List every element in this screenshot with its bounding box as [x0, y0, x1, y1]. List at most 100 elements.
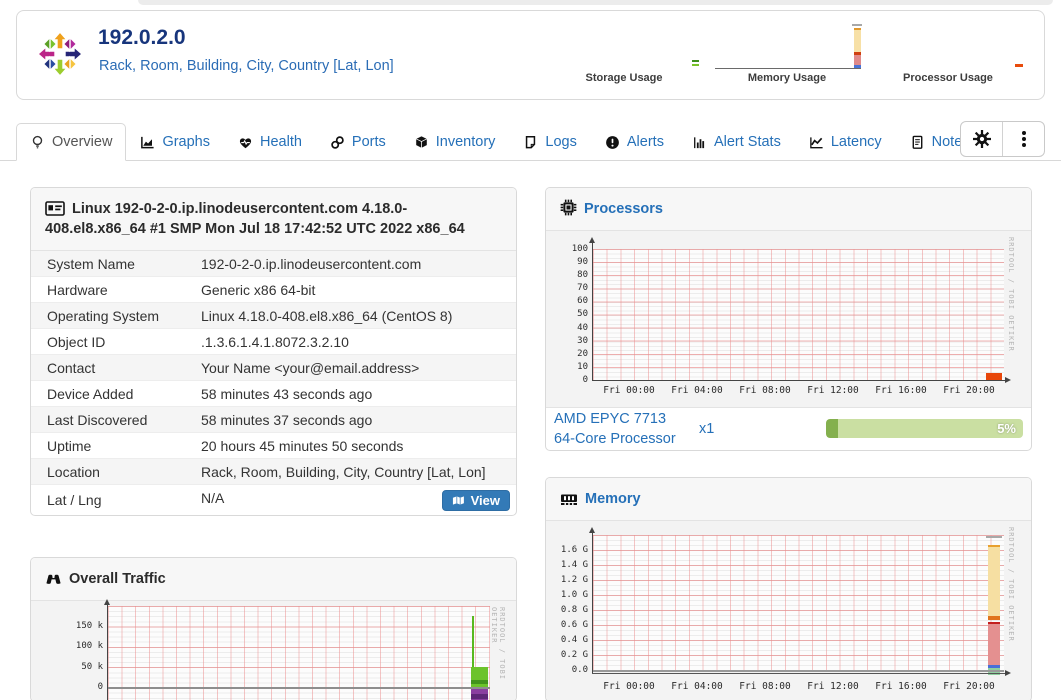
- gear-icon: [972, 130, 991, 148]
- row-value: 20 hours 45 minutes 50 seconds: [201, 437, 404, 454]
- minigraph-storage-label: Storage Usage: [585, 72, 663, 84]
- view-map-button[interactable]: View: [441, 489, 510, 511]
- row-value: 192-0-2-0.ip.linodeusercontent.com: [201, 255, 422, 272]
- proc-x-arrow: [1005, 377, 1011, 383]
- table-row: System Name 192-0-2-0.ip.linodeuserconten…: [31, 251, 516, 276]
- kebab-icon: [1021, 137, 1026, 141]
- row-label: System Name: [47, 255, 135, 272]
- cpu-usage-progressbar: 5%: [826, 419, 1023, 438]
- y-tick: 80: [577, 270, 588, 280]
- minigraph-processor-plot: [872, 17, 1024, 69]
- y-tick: 0.2 G: [560, 650, 588, 660]
- system-info-header: Linux 192-0-2-0.ip.linodeusercontent.com…: [31, 188, 516, 251]
- device-more-menu-button[interactable]: [1002, 122, 1044, 156]
- tab-ports[interactable]: Ports: [316, 123, 400, 161]
- processor-row: AMD EPYC 7713 64-Core Processor x1 5%: [546, 407, 1031, 449]
- device-header: 192.0.2.0 Rack, Room, Building, City, Co…: [16, 10, 1045, 100]
- tab-alerts[interactable]: Alerts: [591, 123, 678, 161]
- y-tick: 150 k: [75, 621, 103, 631]
- minigraph-storage[interactable]: Storage Usage: [548, 17, 700, 84]
- processors-panel: Processors 100 90 80 70 60 50 40 30 20 1…: [545, 187, 1032, 451]
- processors-graph[interactable]: 100 90 80 70 60 50 40 30 20 10 0 Fri 00:…: [546, 231, 1031, 407]
- y-tick: 50: [577, 309, 588, 319]
- y-tick: 1.4 G: [560, 560, 588, 570]
- x-tick: Fri 00:00: [603, 681, 655, 692]
- mem-y-axis: [592, 533, 593, 674]
- y-tick: 1.2 G: [560, 575, 588, 585]
- rrdtool-credit: RRDTOOL / TOBI OETIKER: [490, 607, 506, 681]
- tab-label: Logs: [545, 134, 577, 150]
- row-label: Lat / Lng: [47, 492, 102, 508]
- x-tick: Fri 12:00: [807, 681, 859, 692]
- tab-graphs[interactable]: Graphs: [126, 123, 224, 161]
- y-tick: 10: [577, 362, 588, 372]
- overall-traffic-graph[interactable]: 150 k 100 k 50 k 0 RRDTOOL / TOBI OETIKE…: [31, 599, 516, 700]
- row-value: Rack, Room, Building, City, Country [Lat…: [201, 463, 486, 480]
- lightbulb-icon: [32, 135, 43, 148]
- tab-actions-group: [960, 121, 1045, 157]
- device-settings-button[interactable]: [961, 122, 1002, 156]
- row-label: Last Discovered: [47, 411, 148, 428]
- y-tick: 70: [577, 283, 588, 293]
- x-tick: Fri 08:00: [739, 385, 791, 396]
- row-value: Generic x86 64-bit: [201, 281, 316, 298]
- memory-title: Memory: [585, 491, 641, 507]
- tab-overview[interactable]: Overview: [16, 123, 127, 161]
- cube-icon: [414, 135, 428, 149]
- table-row: Operating System Linux 4.18.0-408.el8.x86…: [31, 302, 516, 328]
- microchip-icon: [560, 199, 577, 216]
- bar-chart-icon: [694, 136, 705, 148]
- minigraph-processor[interactable]: Processor Usage: [872, 17, 1024, 84]
- tab-label: Overview: [52, 134, 113, 150]
- minigraph-memory[interactable]: Memory Usage: [711, 17, 863, 84]
- y-tick: 0.6 G: [560, 620, 588, 630]
- row-label: Hardware: [47, 281, 108, 298]
- y-tick: 20: [577, 349, 588, 359]
- y-tick: 30: [577, 336, 588, 346]
- file-icon: [526, 135, 536, 148]
- area-chart-icon: [141, 136, 155, 148]
- row-value: View N/A: [201, 485, 516, 515]
- x-tick: Fri 00:00: [603, 385, 655, 396]
- memory-graph[interactable]: 1.6 G 1.4 G 1.2 G 1.0 G 0.8 G 0.6 G 0.4 …: [546, 521, 1031, 700]
- mem-y-arrow: [589, 527, 595, 533]
- tab-label: Inventory: [435, 134, 496, 150]
- mem-x-arrow: [1005, 670, 1011, 676]
- tab-label: Health: [260, 134, 302, 150]
- cpu-usage-percent: 5%: [997, 421, 1016, 436]
- processors-plot: [593, 249, 1004, 380]
- table-row: Device Added 58 minutes 43 seconds ago: [31, 380, 516, 406]
- y-tick: 1.0 G: [560, 590, 588, 600]
- cpu-usage-fill: [826, 419, 838, 438]
- tab-logs[interactable]: Logs: [509, 123, 590, 161]
- processors-header: Processors: [546, 188, 1031, 231]
- system-info-rows: System Name 192-0-2-0.ip.linodeuserconten…: [31, 251, 516, 515]
- x-tick: Fri 04:00: [671, 385, 723, 396]
- table-row: Object ID .1.3.6.1.4.1.8072.3.2.10: [31, 328, 516, 354]
- page: 192.0.2.0 Rack, Room, Building, City, Co…: [0, 0, 1061, 700]
- traffic-y-arrow: [104, 599, 110, 605]
- overall-traffic-panel: Overall Traffic 150 k 100 k 50 k 0 RRDTO…: [30, 557, 517, 700]
- table-row: Hardware Generic x86 64-bit: [31, 276, 516, 302]
- y-tick: 40: [577, 323, 588, 333]
- y-tick: 0.0: [571, 665, 588, 675]
- table-row: Uptime 20 hours 45 minutes 50 seconds: [31, 432, 516, 458]
- tab-label: Graphs: [162, 134, 210, 150]
- cpu-count: x1: [699, 420, 715, 437]
- device-location-link[interactable]: Rack, Room, Building, City, Country [Lat…: [99, 58, 394, 74]
- traffic-y-axis: [107, 605, 108, 700]
- map-icon: [452, 495, 464, 505]
- proc-y-axis: [592, 243, 593, 381]
- minigraph-storage-plot: [548, 17, 700, 69]
- row-label: Contact: [47, 359, 96, 376]
- y-tick: 0: [97, 682, 103, 692]
- tab-latency[interactable]: Latency: [795, 123, 896, 161]
- tab-label: Alerts: [626, 134, 664, 150]
- tab-health[interactable]: Health: [224, 123, 316, 161]
- row-label: Device Added: [47, 385, 134, 402]
- tab-inventory[interactable]: Inventory: [400, 123, 510, 161]
- cpu-link[interactable]: AMD EPYC 7713 64-Core Processor: [554, 409, 689, 449]
- rrdtool-credit: RRDTOOL / TOBI OETIKER: [1007, 237, 1015, 352]
- y-tick: 1.6 G: [560, 545, 588, 555]
- tab-alert-stats[interactable]: Alert Stats: [678, 123, 795, 161]
